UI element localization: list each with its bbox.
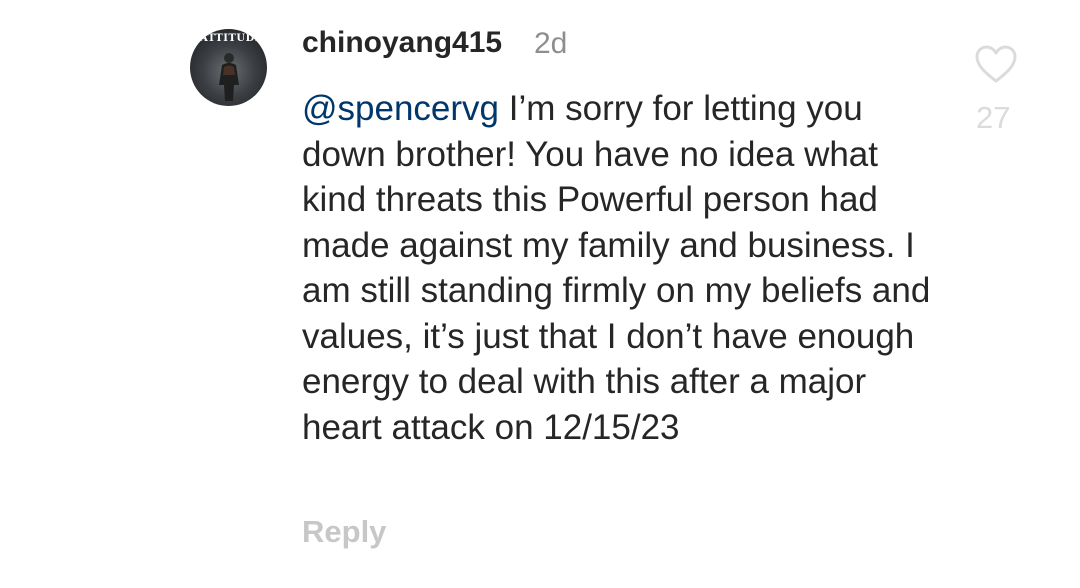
like-count: 27 <box>976 100 1011 135</box>
mention-link[interactable]: @spencervg <box>302 89 499 128</box>
avatar-logo-text: ATTITUDE <box>200 33 263 44</box>
comment-body: @spencervg I’m sorry for letting you dow… <box>302 86 942 450</box>
reply-button[interactable]: Reply <box>302 514 386 550</box>
comment-text: I’m sorry for letting you down brother! … <box>302 89 931 447</box>
comment-username[interactable]: chinoyang415 <box>302 26 502 60</box>
comment-timestamp: 2d <box>534 27 568 60</box>
avatar[interactable]: ATTITUDE <box>190 29 267 106</box>
comment-item: ATTITUDE chinoyang415 2d @spencervg I’m … <box>0 0 1080 588</box>
avatar-figure-icon <box>219 53 239 101</box>
heart-outline-icon[interactable] <box>974 44 1018 84</box>
